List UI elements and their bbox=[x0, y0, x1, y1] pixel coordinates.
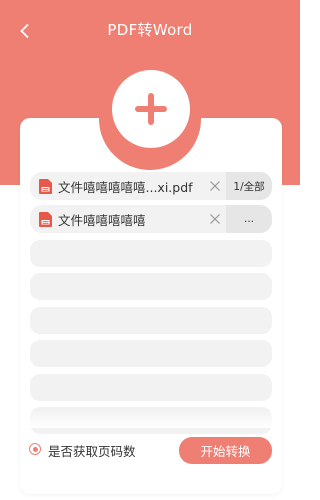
page-title: PDF转Word bbox=[107, 21, 193, 39]
file-row[interactable]: 文件嘻嘻嘻嘻嘻 ... bbox=[30, 205, 272, 233]
pdf-file-icon bbox=[39, 211, 52, 227]
start-convert-button[interactable]: 开始转换 bbox=[179, 437, 272, 464]
empty-file-slot bbox=[30, 307, 272, 334]
file-row[interactable]: 文件嘻嘻嘻嘻嘻...xi.pdf 1/全部 bbox=[30, 172, 272, 200]
pdf-file-icon bbox=[39, 178, 52, 194]
file-name: 文件嘻嘻嘻嘻嘻...xi.pdf bbox=[58, 179, 193, 195]
page-range-button[interactable]: ... bbox=[226, 205, 272, 233]
close-icon[interactable] bbox=[209, 180, 221, 192]
page-range-button[interactable]: 1/全部 bbox=[226, 172, 272, 200]
page-count-radio[interactable] bbox=[29, 443, 41, 455]
plus-icon bbox=[135, 93, 167, 125]
add-file-button[interactable] bbox=[112, 70, 190, 148]
empty-file-slot bbox=[30, 240, 272, 267]
radio-selected-dot bbox=[32, 446, 38, 452]
file-name: 文件嘻嘻嘻嘻嘻 bbox=[58, 212, 146, 228]
page-count-label[interactable]: 是否获取页码数 bbox=[48, 441, 136, 460]
empty-file-slot bbox=[30, 374, 272, 401]
empty-file-slot bbox=[30, 273, 272, 300]
list-fade bbox=[20, 410, 282, 428]
close-icon[interactable] bbox=[209, 213, 221, 225]
empty-file-slot bbox=[30, 340, 272, 367]
